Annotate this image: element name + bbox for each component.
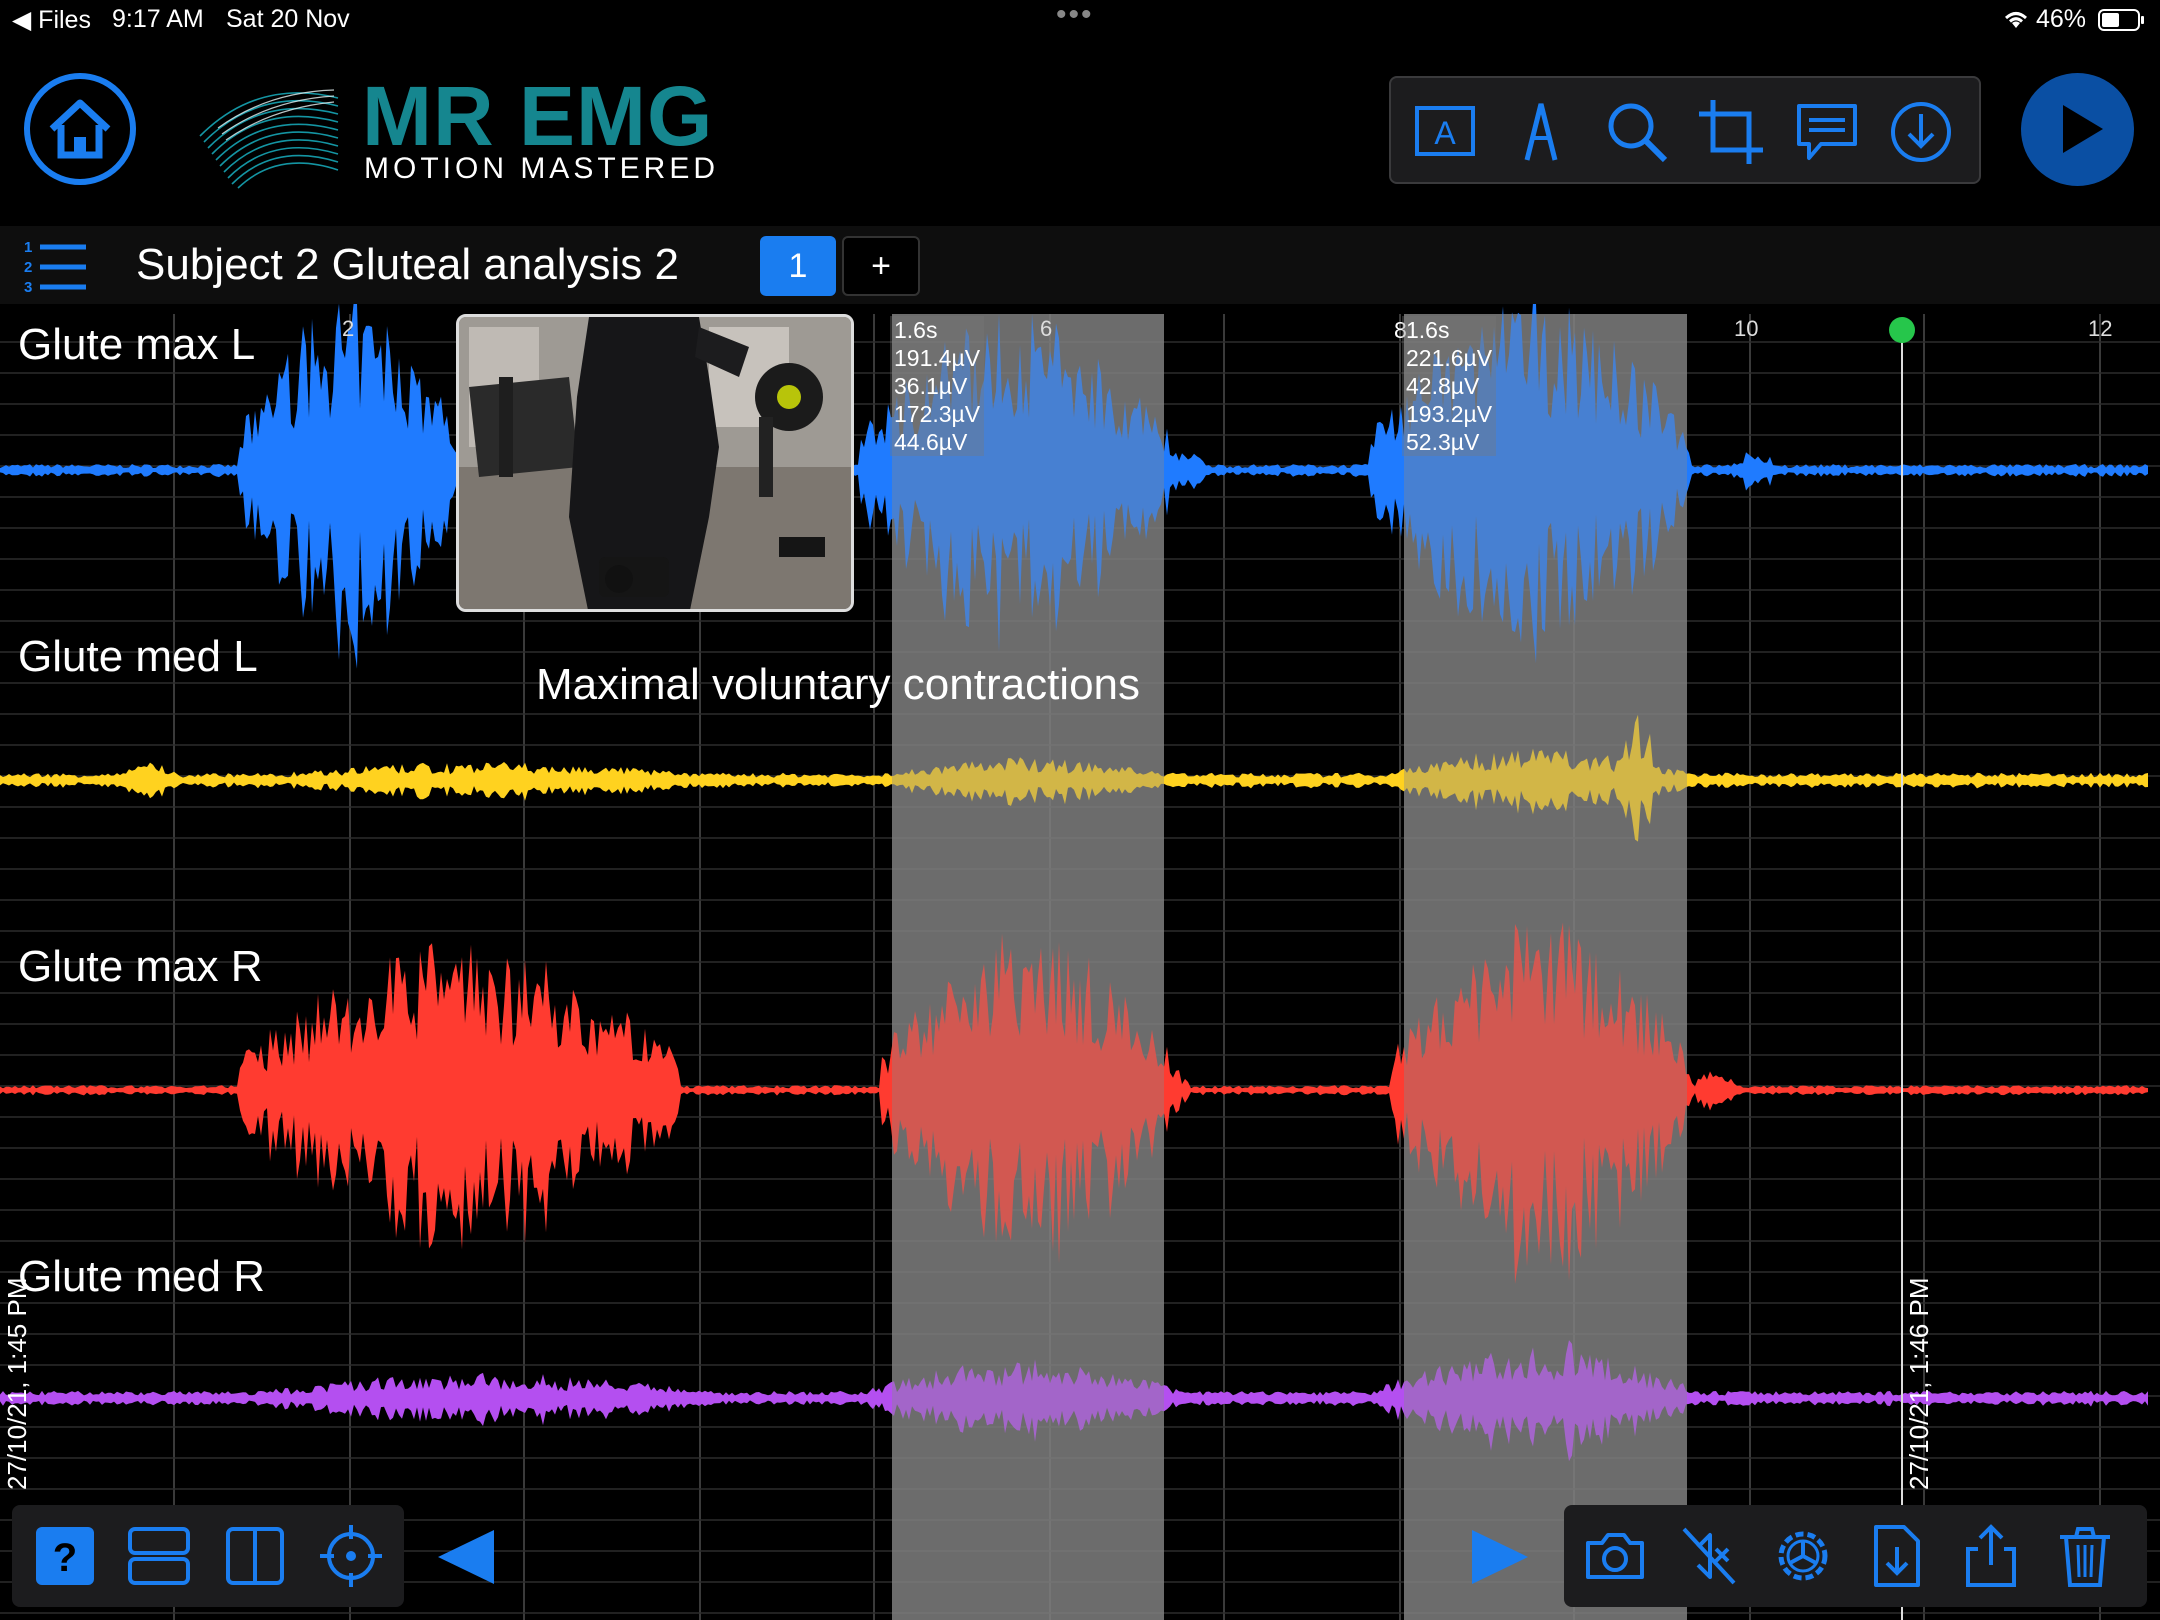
- back-app-label: Files: [38, 6, 91, 34]
- crop-icon[interactable]: [1697, 98, 1765, 166]
- selection-value: 191.4µV: [894, 345, 981, 371]
- settings-icon[interactable]: [1770, 1523, 1836, 1589]
- time-tick-label: 6: [1040, 316, 1053, 341]
- brand-logo-icon: [199, 89, 339, 189]
- channel-label-glute-med-r: Glute med R: [18, 1252, 265, 1301]
- channel-label-glute-max-r: Glute max R: [18, 942, 263, 991]
- numbered-list-icon[interactable]: 1 2 3: [22, 236, 90, 296]
- brand-tagline: MOTION MASTERED: [364, 152, 720, 185]
- battery-percent: 46%: [2036, 5, 2087, 33]
- selection-2-readout: 1.6s 221.6µV 42.8µV 193.2µV 52.3µV: [1402, 316, 1497, 456]
- svg-text:1: 1: [24, 239, 32, 256]
- app-header: MR EMG MOTION MASTERED A: [0, 40, 2160, 226]
- annotation-text[interactable]: Maximal voluntary contractions: [536, 660, 1140, 710]
- video-frame-image: [459, 317, 851, 609]
- text-label-icon[interactable]: A: [1411, 98, 1479, 166]
- session-title[interactable]: Subject 2 Gluteal analysis 2: [136, 240, 679, 290]
- selection-value: 172.3µV: [894, 401, 981, 427]
- svg-text:A: A: [1434, 115, 1456, 151]
- previous-arrow-icon[interactable]: [434, 1524, 498, 1590]
- share-icon[interactable]: [1958, 1523, 2024, 1589]
- download-icon[interactable]: [1887, 98, 1955, 166]
- trash-icon[interactable]: [2052, 1523, 2118, 1589]
- selection-value: 52.3µV: [1406, 429, 1480, 455]
- emg-chart[interactable]: 2 6 10 12 Glute max L Glute med L Glute …: [0, 304, 2160, 1620]
- camera-icon[interactable]: [1582, 1523, 1648, 1589]
- selection-duration: 1.6s: [894, 317, 938, 343]
- time-tick-label: 2: [342, 316, 355, 341]
- selection-value: 36.1µV: [894, 373, 968, 399]
- selection-value: 193.2µV: [1406, 401, 1493, 427]
- svg-text:2: 2: [24, 259, 32, 276]
- emg-chart-canvas[interactable]: [0, 304, 2160, 1620]
- cursor-timestamp: 27/10/21, 1:46 PM: [1904, 1277, 1934, 1490]
- add-page-button[interactable]: +: [842, 236, 920, 296]
- status-date: Sat 20 Nov: [226, 5, 350, 33]
- play-button[interactable]: [2021, 73, 2134, 186]
- brand-title: MR EMG: [362, 69, 714, 163]
- status-bar: ◀ Files 9:17 AM Sat 20 Nov ••• 46%: [0, 0, 2160, 40]
- selection-duration: 1.6s: [1406, 317, 1450, 343]
- magnify-icon[interactable]: [1603, 98, 1671, 166]
- start-timestamp: 27/10/21, 1:45 PM: [2, 1277, 32, 1490]
- video-thumbnail[interactable]: [456, 314, 854, 612]
- mute-icon[interactable]: [1676, 1523, 1742, 1589]
- annotation-toolbar: A: [1389, 76, 1981, 184]
- selection-value: 44.6µV: [894, 429, 968, 455]
- multitask-dots-icon[interactable]: •••: [1056, 0, 1094, 32]
- file-import-icon[interactable]: [1864, 1523, 1930, 1589]
- selection-1-readout: 1.6s 191.4µV 36.1µV 172.3µV 44.6µV: [890, 316, 985, 456]
- svg-text:3: 3: [24, 279, 32, 296]
- back-to-files-link[interactable]: ◀ Files: [12, 5, 91, 35]
- pen-icon[interactable]: [1507, 98, 1575, 166]
- selection-overlay: [1404, 314, 1687, 1620]
- bottom-right-toolbar: [1564, 1505, 2147, 1607]
- play-icon: [2063, 105, 2103, 153]
- channel-label-glute-max-l: Glute max L: [18, 320, 256, 369]
- playhead-marker[interactable]: [1889, 317, 1915, 343]
- selection-value: 221.6µV: [1406, 345, 1493, 371]
- wifi-icon: [2004, 12, 2028, 28]
- time-tick-label: 12: [2088, 316, 2113, 341]
- comment-icon[interactable]: [1793, 98, 1861, 166]
- time-tick-label: 10: [1734, 316, 1759, 341]
- bottom-left-toolbar: ?: [12, 1505, 404, 1607]
- stack-layout-icon[interactable]: [126, 1523, 192, 1589]
- home-button[interactable]: [24, 73, 136, 185]
- selection-value: 42.8µV: [1406, 373, 1480, 399]
- status-time: 9:17 AM: [112, 5, 204, 33]
- next-arrow-icon[interactable]: [1468, 1524, 1532, 1590]
- session-bar: 1 2 3 Subject 2 Gluteal analysis 2 1 +: [0, 226, 2160, 304]
- svg-text:?: ?: [53, 1536, 77, 1580]
- help-icon[interactable]: ?: [32, 1523, 98, 1589]
- battery-icon: [2098, 9, 2144, 31]
- home-icon: [49, 99, 111, 159]
- crosshair-icon[interactable]: [318, 1523, 384, 1589]
- selection-overlay: [892, 314, 1164, 1620]
- channel-label-glute-med-l: Glute med L: [18, 632, 258, 681]
- split-layout-icon[interactable]: [222, 1523, 288, 1589]
- page-1-button[interactable]: 1: [760, 236, 836, 296]
